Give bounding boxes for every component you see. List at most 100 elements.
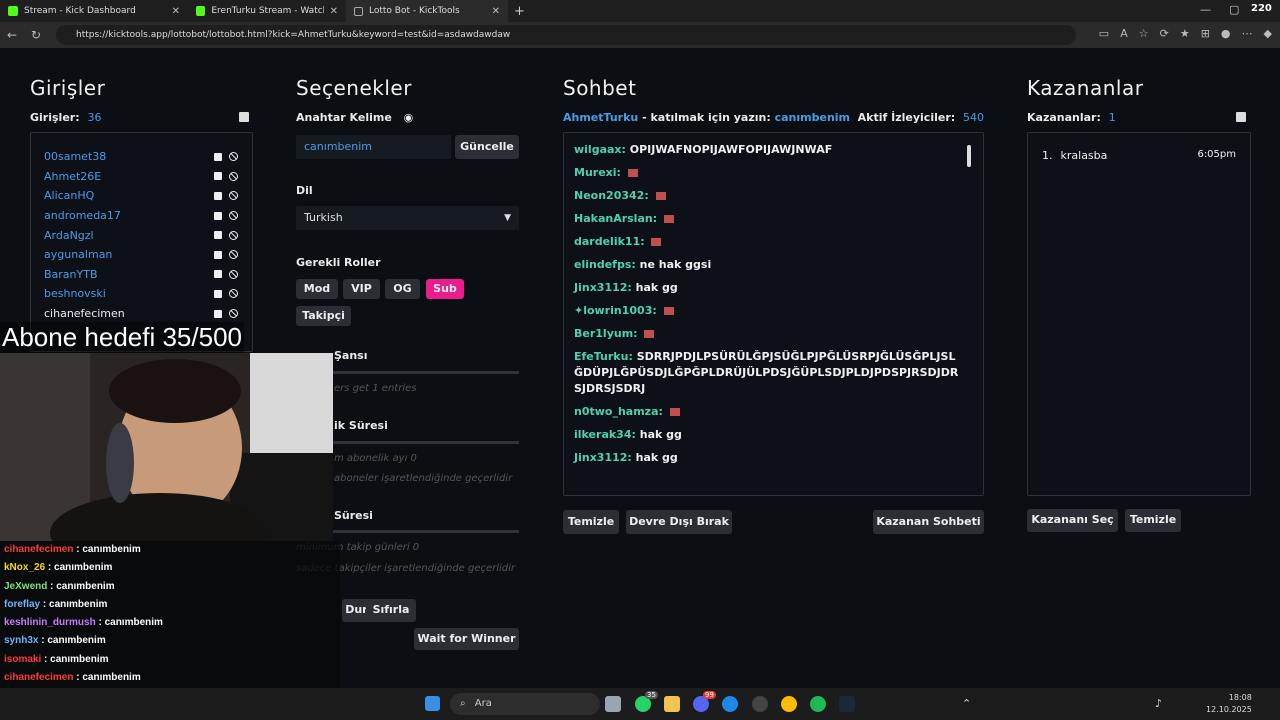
minimize-button[interactable]: — xyxy=(1200,3,1211,16)
remove-icon[interactable] xyxy=(214,172,222,181)
entry-name[interactable]: Ahmet26E xyxy=(44,170,214,183)
ban-icon[interactable] xyxy=(229,171,238,181)
winners-clear-button[interactable]: Temizle xyxy=(1125,509,1181,532)
role-button[interactable]: Sub xyxy=(426,279,464,299)
chat-clear-button[interactable]: Temizle xyxy=(563,510,619,534)
chat-box[interactable]: wilgaax: OPIJWAFNOPIJAWFOPIJAWJNWAF Murex… xyxy=(563,132,984,496)
chat-username[interactable]: Jinx3112: xyxy=(574,451,632,464)
entry-name[interactable]: andromeda17 xyxy=(44,209,214,222)
copy-icon[interactable] xyxy=(1236,112,1246,122)
windows-start-icon[interactable] xyxy=(425,696,440,711)
chat-message: Murexi: xyxy=(564,165,983,181)
chat-username[interactable]: Murexi: xyxy=(574,166,621,179)
chrome-icon[interactable] xyxy=(781,696,797,712)
close-icon[interactable]: ✕ xyxy=(492,6,500,17)
menu-icon[interactable]: ⋯ xyxy=(1242,27,1253,40)
copilot-icon[interactable]: ◆ xyxy=(1264,27,1272,40)
reset-button[interactable]: Sıfırla xyxy=(366,599,416,622)
remove-icon[interactable] xyxy=(214,152,222,161)
maximize-button[interactable]: ▢ xyxy=(1229,3,1239,16)
obs-icon[interactable] xyxy=(752,696,768,712)
entry-name[interactable]: cihanefecimen xyxy=(44,307,214,320)
streamer-name[interactable]: AhmetTurku xyxy=(563,111,638,124)
wait-for-winner-button[interactable]: Wait for Winner xyxy=(414,628,519,650)
screen-icon[interactable]: ▭ xyxy=(1099,27,1109,40)
chat-username[interactable]: n0two_hamza: xyxy=(574,405,663,418)
spotify-icon[interactable] xyxy=(810,696,826,712)
entry-name[interactable]: aygunalman xyxy=(44,248,214,261)
new-tab-button[interactable]: + xyxy=(514,4,525,19)
winner-chat-button[interactable]: Kazanan Sohbeti xyxy=(873,510,984,534)
remove-icon[interactable] xyxy=(214,231,222,240)
taskbar-clock[interactable]: 18:08 12.10.2025 xyxy=(1206,692,1252,716)
ban-icon[interactable] xyxy=(229,250,238,260)
tray-expand-icon[interactable]: ⌃ xyxy=(962,697,971,710)
task-view-icon[interactable] xyxy=(605,696,621,712)
profile-icon[interactable]: ● xyxy=(1221,27,1231,40)
chat-username[interactable]: Ber1lyum: xyxy=(574,327,638,340)
volume-icon[interactable]: ♪ xyxy=(1155,697,1162,710)
eye-icon[interactable]: ◉ xyxy=(404,111,414,124)
entry-name[interactable]: AlicanHQ xyxy=(44,189,214,202)
translate-icon[interactable]: A xyxy=(1120,27,1128,40)
star-icon[interactable]: ☆ xyxy=(1139,27,1149,40)
entry-name[interactable]: BaranYTB xyxy=(44,268,214,281)
chat-username[interactable]: EfeTurku: xyxy=(574,350,633,363)
chat-message: EfeTurku: SDRRJPDJLPSÜRÜLĞPJSÜĞLPJPĞLÜSR… xyxy=(564,349,983,397)
chat-username[interactable]: wilgaax: xyxy=(574,143,626,156)
entry-name[interactable]: beshnovski xyxy=(44,287,214,300)
ban-icon[interactable] xyxy=(229,230,238,240)
favorites-icon[interactable]: ★ xyxy=(1180,27,1190,40)
chat-username[interactable]: ✦lowrin1003: xyxy=(574,304,657,317)
chat-username[interactable]: ilkerak34: xyxy=(574,428,636,441)
disable-button[interactable]: Devre Dışı Bırak xyxy=(626,510,732,534)
taskbar-search[interactable]: ⌕ Ara xyxy=(450,693,600,715)
keyword-input[interactable]: canımbenim xyxy=(296,135,451,159)
remove-icon[interactable] xyxy=(214,270,222,279)
role-button[interactable]: VIP xyxy=(343,279,380,299)
extensions-icon[interactable]: ⟳ xyxy=(1160,27,1169,40)
role-button[interactable]: Mod xyxy=(296,279,338,299)
stream-chat-text: : canımbenim xyxy=(47,562,113,574)
tab-kick-dashboard[interactable]: Stream - Kick Dashboard ✕ xyxy=(0,0,188,22)
ban-icon[interactable] xyxy=(229,191,238,201)
chat-scrollbar[interactable] xyxy=(967,145,971,167)
entry-name[interactable]: ArdaNgzl xyxy=(44,229,214,242)
chat-username[interactable]: elindefps: xyxy=(574,258,636,271)
ban-icon[interactable] xyxy=(229,211,238,221)
chat-username[interactable]: dardelik11: xyxy=(574,235,645,248)
ban-icon[interactable] xyxy=(229,152,238,162)
chat-username[interactable]: Neon20342: xyxy=(574,189,649,202)
tab-erenturku-stream[interactable]: ErenTurku Stream - Watch Live o ✕ xyxy=(188,0,346,22)
tab-lotto-bot[interactable]: Lotto Bot - KickTools ✕ xyxy=(346,0,508,22)
ban-icon[interactable] xyxy=(229,309,238,319)
pick-winner-button[interactable]: Kazananı Seç xyxy=(1027,509,1118,532)
edge-icon[interactable] xyxy=(722,696,738,712)
copy-icon[interactable] xyxy=(239,112,249,122)
refresh-icon[interactable]: ↻ xyxy=(24,28,48,42)
chat-username[interactable]: HakanArslan: xyxy=(574,212,657,225)
update-button[interactable]: Güncelle xyxy=(455,135,519,159)
remove-icon[interactable] xyxy=(214,309,222,318)
chat-username[interactable]: Jinx3112: xyxy=(574,281,632,294)
winners-count-row: Kazananlar: 1 xyxy=(1027,111,1251,124)
steam-icon[interactable] xyxy=(839,696,855,712)
entry-name[interactable]: 00samet38 xyxy=(44,150,214,163)
close-icon[interactable]: ✕ xyxy=(330,6,338,17)
role-button[interactable]: OG xyxy=(385,279,420,299)
ban-icon[interactable] xyxy=(229,289,238,299)
remove-icon[interactable] xyxy=(214,289,222,298)
remove-icon[interactable] xyxy=(214,191,222,200)
language-select[interactable]: Turkish ▼ xyxy=(296,206,519,230)
collections-icon[interactable]: ⊞ xyxy=(1201,27,1210,40)
stream-chat-text: : canımbenim xyxy=(41,635,106,647)
url-field[interactable]: https://kicktools.app/lottobot/lottobot.… xyxy=(56,25,1076,45)
file-explorer-icon[interactable] xyxy=(664,696,680,712)
close-icon[interactable]: ✕ xyxy=(172,6,180,17)
winners-count: 1 xyxy=(1108,111,1116,124)
back-icon[interactable]: ← xyxy=(0,28,24,42)
role-button[interactable]: Takipçi xyxy=(296,306,351,326)
remove-icon[interactable] xyxy=(214,250,222,259)
remove-icon[interactable] xyxy=(214,211,222,220)
ban-icon[interactable] xyxy=(229,269,238,279)
